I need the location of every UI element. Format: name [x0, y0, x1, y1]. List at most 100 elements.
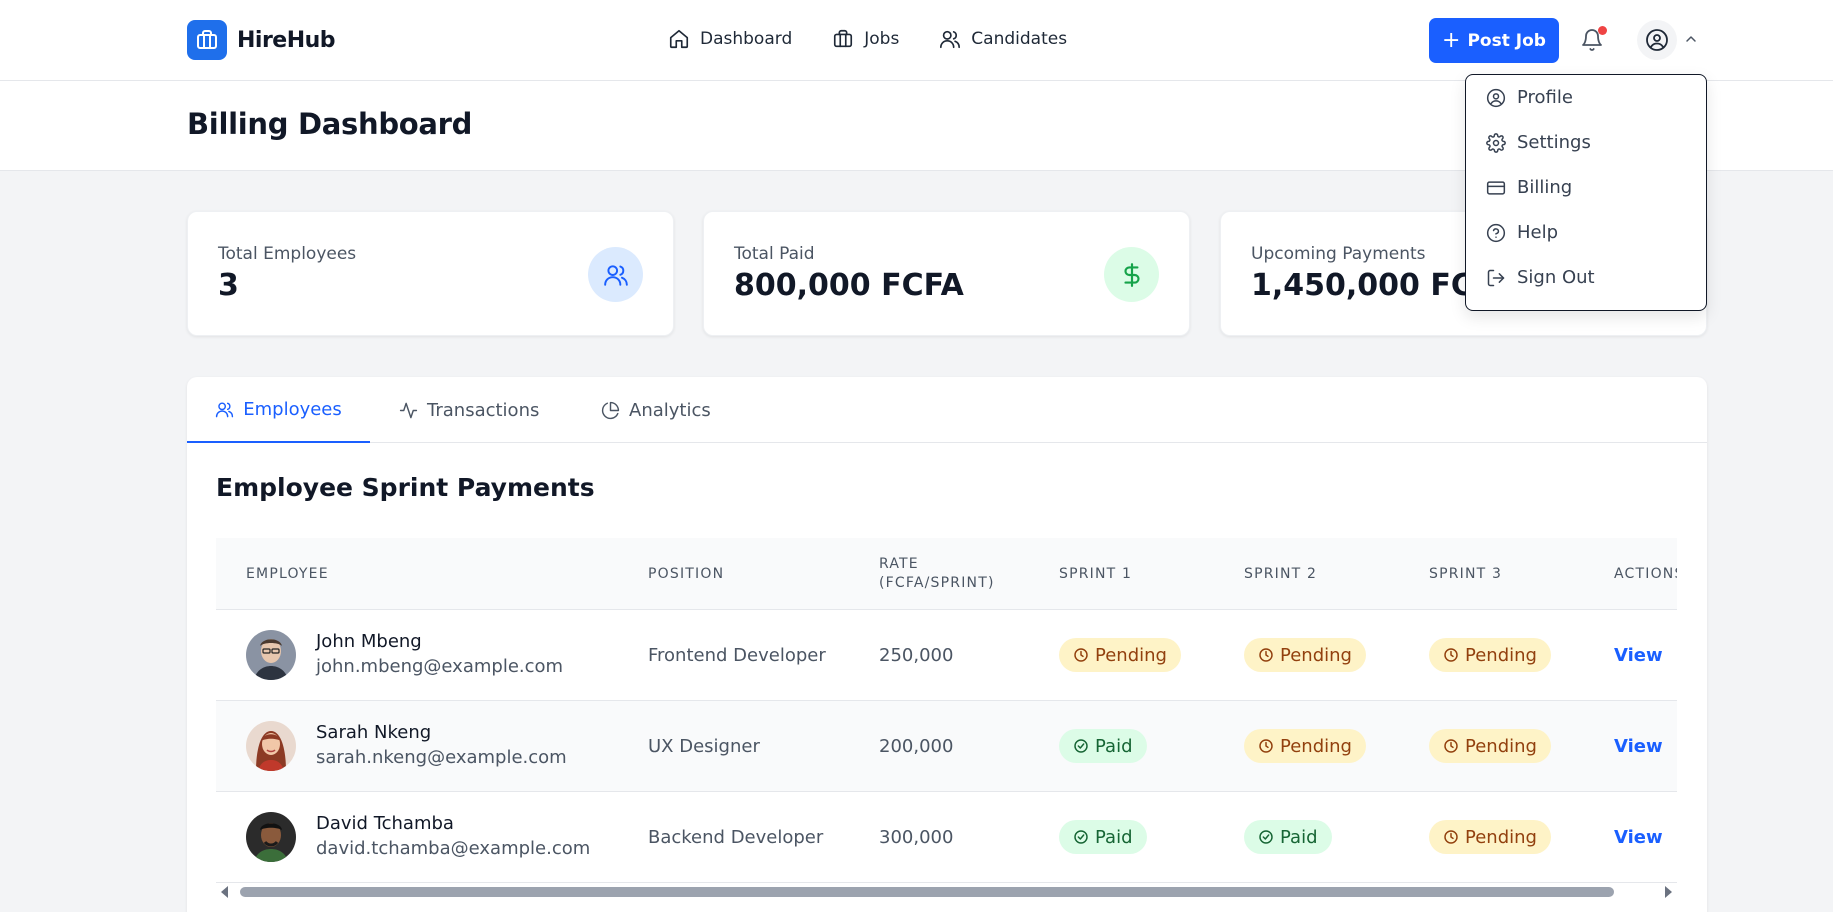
brand-logo[interactable]: HireHub — [187, 20, 336, 60]
position-cell: Backend Developer — [648, 826, 824, 848]
clock-icon — [1444, 830, 1458, 844]
nav-jobs[interactable]: Jobs — [832, 28, 899, 50]
stat-card-total-employees: Total Employees 3 — [187, 211, 674, 336]
check-circle-icon — [1074, 830, 1088, 844]
stat-value: 3 — [218, 268, 239, 303]
check-circle-icon — [1259, 830, 1273, 844]
actions-cell: View — [1614, 701, 1677, 791]
column-header-sprint-3: Sprint 3 — [1429, 565, 1503, 582]
rate-cell: 200,000 — [879, 735, 954, 757]
sprint-2-cell: Pending — [1244, 610, 1366, 700]
employee-email: david.tchamba@example.com — [316, 838, 591, 859]
sprint-3-cell: Pending — [1429, 701, 1551, 791]
rate-cell: 300,000 — [879, 826, 954, 848]
menu-item-label: Settings — [1517, 132, 1591, 153]
rate-cell: 250,000 — [879, 644, 954, 666]
menu-item-label: Sign Out — [1517, 267, 1595, 288]
plus-icon: + — [1442, 27, 1461, 53]
status-text: Pending — [1095, 644, 1167, 666]
credit-card-icon — [1486, 178, 1517, 198]
position-cell: Frontend Developer — [648, 644, 826, 666]
menu-item-profile[interactable]: Profile — [1466, 75, 1706, 120]
employee-name: John Mbeng — [316, 631, 422, 652]
table-row: David Tchamba david.tchamba@example.com … — [216, 792, 1677, 883]
employee-email: john.mbeng@example.com — [316, 656, 564, 677]
clock-icon — [1259, 648, 1273, 662]
dollar-icon — [1104, 247, 1159, 302]
page-title: Billing Dashboard — [187, 107, 473, 141]
avatar — [246, 721, 296, 771]
help-circle-icon — [1486, 223, 1517, 243]
nav-candidates[interactable]: Candidates — [939, 28, 1067, 50]
actions-cell: View — [1614, 792, 1677, 882]
column-header-position: Position — [648, 565, 725, 582]
clock-icon — [1074, 648, 1088, 662]
chevron-up-icon[interactable] — [1683, 31, 1699, 47]
status-badge: Pending — [1429, 729, 1551, 763]
nav-dashboard-label: Dashboard — [700, 29, 793, 49]
tab-analytics[interactable]: Analytics — [601, 377, 711, 443]
clipboard-icon[interactable] — [1675, 647, 1677, 663]
tab-label: Analytics — [629, 399, 711, 421]
clipboard-icon[interactable] — [1675, 829, 1677, 845]
column-header-sprint-2: Sprint 2 — [1244, 565, 1318, 582]
table-row: John Mbeng john.mbeng@example.com Fronte… — [216, 610, 1677, 701]
horizontal-scrollbar[interactable] — [216, 882, 1677, 902]
nav-candidates-label: Candidates — [971, 29, 1068, 49]
menu-item-help[interactable]: Help — [1466, 210, 1706, 255]
view-link[interactable]: View — [1614, 827, 1663, 848]
menu-item-label: Profile — [1517, 87, 1573, 108]
view-link[interactable]: View — [1614, 736, 1663, 757]
payments-table: Employee Position Rate (FCFA/Sprint) Spr… — [216, 538, 1677, 888]
actions-cell: View — [1614, 610, 1677, 700]
main-nav: Dashboard Jobs Candidates — [668, 28, 1107, 50]
menu-item-sign-out[interactable]: Sign Out — [1466, 255, 1706, 300]
table-row: Sarah Nkeng sarah.nkeng@example.com UX D… — [216, 701, 1677, 792]
employee-name: Sarah Nkeng — [316, 722, 432, 743]
post-job-button[interactable]: + Post Job — [1429, 18, 1559, 63]
scroll-right-arrow[interactable] — [1665, 886, 1672, 898]
status-text: Pending — [1465, 826, 1537, 848]
nav-jobs-label: Jobs — [864, 29, 900, 49]
tab-label: Transactions — [427, 399, 540, 421]
status-badge: Paid — [1059, 820, 1147, 854]
status-badge: Pending — [1059, 638, 1181, 672]
post-job-label: Post Job — [1467, 30, 1546, 51]
user-avatar-button[interactable] — [1637, 20, 1677, 60]
column-header-actions: Actions — [1614, 565, 1677, 582]
status-text: Paid — [1095, 735, 1133, 757]
tab-employees[interactable]: Employees — [187, 377, 370, 443]
scroll-left-arrow[interactable] — [221, 886, 228, 898]
status-text: Paid — [1095, 826, 1133, 848]
clock-icon — [1444, 739, 1458, 753]
menu-item-billing[interactable]: Billing — [1466, 165, 1706, 210]
activity-icon — [399, 401, 427, 420]
users-icon — [939, 28, 971, 50]
clock-icon — [1444, 648, 1458, 662]
status-badge: Pending — [1429, 638, 1551, 672]
sprint-3-cell: Pending — [1429, 792, 1551, 882]
column-header-rate: Rate (FCFA/Sprint) — [879, 556, 995, 591]
avatar — [246, 630, 296, 680]
status-badge: Pending — [1244, 729, 1366, 763]
home-icon — [668, 28, 700, 50]
scrollbar-thumb[interactable] — [240, 887, 1614, 897]
tab-transactions[interactable]: Transactions — [399, 377, 539, 443]
tab-label: Employees — [243, 398, 342, 420]
menu-item-label: Billing — [1517, 177, 1573, 198]
status-text: Pending — [1280, 644, 1352, 666]
sign-out-icon — [1486, 268, 1517, 288]
stat-value: 800,000 FCFA — [734, 268, 964, 303]
menu-item-settings[interactable]: Settings — [1466, 120, 1706, 165]
sprint-2-cell: Pending — [1244, 701, 1366, 791]
clipboard-icon[interactable] — [1675, 738, 1677, 754]
tab-bar: Employees Transactions Analytics — [187, 377, 1707, 443]
nav-dashboard[interactable]: Dashboard — [668, 28, 792, 50]
status-text: Pending — [1280, 735, 1352, 757]
status-badge: Pending — [1429, 820, 1551, 854]
user-circle-icon — [1486, 88, 1517, 108]
stat-label: Upcoming Payments — [1251, 244, 1426, 264]
users-icon — [215, 400, 243, 419]
status-badge: Pending — [1244, 638, 1366, 672]
view-link[interactable]: View — [1614, 645, 1663, 666]
